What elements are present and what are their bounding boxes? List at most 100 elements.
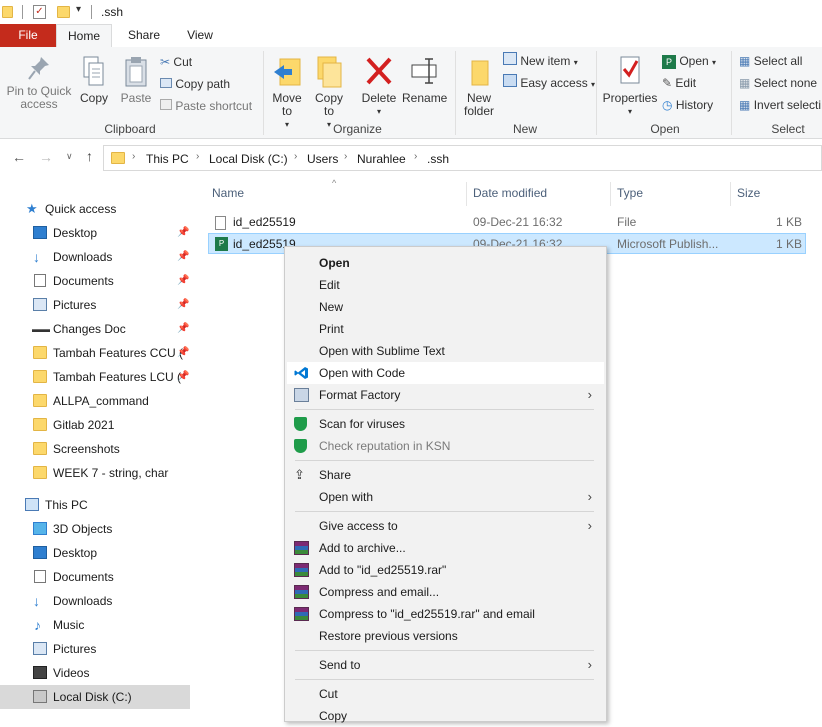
nav-item-pictures[interactable]: Pictures 📌	[0, 293, 190, 317]
menu-item-give-access[interactable]: Give access to ›	[287, 515, 604, 537]
cut-button[interactable]: ✂ Cut	[160, 52, 192, 72]
address-bar[interactable]: › This PC › Local Disk (C:) › Users › Nu…	[103, 145, 822, 171]
menu-item-add-rar[interactable]: Add to "id_ed25519.rar"	[287, 559, 604, 581]
nav-item-week7[interactable]: WEEK 7 - string, char	[0, 461, 190, 485]
column-divider[interactable]	[466, 182, 467, 206]
menu-item-open-with[interactable]: Open with ›	[287, 486, 604, 508]
delete-button[interactable]: Delete ▾	[359, 55, 399, 118]
pin-icon[interactable]: 📌	[177, 245, 189, 269]
nav-item-screenshots[interactable]: Screenshots	[0, 437, 190, 461]
invert-selection-button[interactable]: ▦ Invert selecti	[739, 95, 822, 115]
column-header-size[interactable]: Size	[737, 186, 760, 200]
breadcrumb-nurahlee[interactable]: Nurahlee	[357, 152, 406, 166]
nav-quick-access[interactable]: ★ Quick access	[0, 197, 190, 221]
column-divider[interactable]	[730, 182, 731, 206]
nav-this-pc[interactable]: This PC	[0, 493, 190, 517]
nav-item-pc-desktop[interactable]: Desktop	[0, 541, 190, 565]
select-all-button[interactable]: ▦ Select all	[739, 51, 802, 71]
easy-access-button[interactable]: Easy access ▾	[503, 73, 595, 93]
column-divider[interactable]	[610, 182, 611, 206]
menu-item-check-ksn[interactable]: Check reputation in KSN	[287, 435, 604, 457]
history-button[interactable]: ◷ History	[662, 95, 713, 115]
menu-item-scan-viruses[interactable]: Scan for viruses	[287, 413, 604, 435]
forward-arrow-icon[interactable]: →	[39, 149, 53, 165]
menu-item-open-sublime[interactable]: Open with Sublime Text	[287, 340, 604, 362]
menu-item-open[interactable]: Open	[287, 252, 604, 274]
pin-icon[interactable]: 📌	[177, 317, 189, 341]
table-row[interactable]: id_ed25519 09-Dec-21 16:32 File 1 KB	[208, 212, 806, 233]
menu-item-cut[interactable]: Cut	[287, 683, 604, 705]
rename-button[interactable]: Rename	[402, 55, 447, 105]
nav-item-pc-downloads[interactable]: ↓ Downloads	[0, 589, 190, 613]
menu-item-compress-rar-email[interactable]: Compress to "id_ed25519.rar" and email	[287, 603, 604, 625]
column-header-name[interactable]: Name	[212, 186, 244, 200]
nav-item-3d-objects[interactable]: 3D Objects	[0, 517, 190, 541]
edit-button[interactable]: ✎ Edit	[662, 73, 696, 93]
recent-locations-chevron-icon[interactable]: ∨	[66, 151, 73, 162]
tab-file[interactable]: File	[0, 24, 56, 47]
select-none-button[interactable]: ▦ Select none	[739, 73, 817, 93]
menu-item-compress-email[interactable]: Compress and email...	[287, 581, 604, 603]
chevron-right-icon[interactable]: ›	[414, 151, 417, 162]
chevron-right-icon[interactable]: ›	[196, 151, 199, 162]
copy-to-button[interactable]: Copy to ▾	[310, 55, 348, 131]
nav-item-pc-pictures[interactable]: Pictures	[0, 637, 190, 661]
new-folder-button[interactable]: New folder	[458, 55, 500, 118]
menu-item-print[interactable]: Print	[287, 318, 604, 340]
menu-item-format-factory[interactable]: Format Factory ›	[287, 384, 604, 406]
new-folder-quick-icon[interactable]	[57, 6, 70, 18]
nav-item-music[interactable]: ♪ Music	[0, 613, 190, 637]
menu-item-share[interactable]: ⇪ Share	[287, 464, 604, 486]
customize-toolbar-icon[interactable]: ▾	[76, 4, 81, 15]
chevron-right-icon[interactable]: ›	[294, 151, 297, 162]
file-type: File	[617, 215, 637, 229]
open-button[interactable]: P Open ▾	[662, 51, 716, 71]
up-arrow-icon[interactable]: ↑	[86, 148, 93, 164]
nav-item-videos[interactable]: Videos	[0, 661, 190, 685]
properties-quick-icon[interactable]: ✓	[33, 5, 46, 19]
menu-item-restore-versions[interactable]: Restore previous versions	[287, 625, 604, 647]
nav-item-tambah-ccu[interactable]: Tambah Features CCU (📌	[0, 341, 190, 365]
breadcrumb-this-pc[interactable]: This PC	[146, 152, 189, 166]
menu-item-open-with-code[interactable]: Open with Code	[287, 362, 604, 384]
menu-item-send-to[interactable]: Send to ›	[287, 654, 604, 676]
nav-item-tambah-lcu[interactable]: Tambah Features LCU (📌	[0, 365, 190, 389]
tab-home[interactable]: Home	[56, 24, 112, 47]
navigation-pane[interactable]: ★ Quick access Desktop 📌 ↓ Downloads 📌 Docu…	[0, 190, 196, 722]
properties-button[interactable]: Properties ▾	[600, 55, 660, 118]
menu-item-add-archive[interactable]: Add to archive...	[287, 537, 604, 559]
nav-item-allpa[interactable]: ALLPA_command	[0, 389, 190, 413]
copy-path-button[interactable]: Copy path	[160, 74, 230, 94]
chevron-right-icon[interactable]: ›	[344, 151, 347, 162]
nav-item-desktop[interactable]: Desktop 📌	[0, 221, 190, 245]
new-item-button[interactable]: New item ▾	[503, 51, 578, 71]
paste-shortcut-button[interactable]: Paste shortcut	[160, 96, 252, 116]
pin-to-quick-access-button[interactable]: Pin to Quick access	[4, 55, 74, 111]
move-to-button[interactable]: Move to ▾	[268, 55, 306, 131]
nav-item-documents[interactable]: Documents 📌	[0, 269, 190, 293]
chevron-right-icon[interactable]: ›	[132, 151, 135, 162]
breadcrumb-local-disk[interactable]: Local Disk (C:)	[209, 152, 288, 166]
pin-icon[interactable]: 📌	[177, 221, 189, 245]
column-header-type[interactable]: Type	[617, 186, 643, 200]
breadcrumb-users[interactable]: Users	[307, 152, 338, 166]
pin-icon[interactable]: 📌	[177, 269, 189, 293]
breadcrumb-ssh[interactable]: .ssh	[427, 152, 449, 166]
tab-share[interactable]: Share	[120, 24, 168, 47]
menu-item-new[interactable]: New	[287, 296, 604, 318]
menu-item-edit[interactable]: Edit	[287, 274, 604, 296]
tab-view[interactable]: View	[176, 24, 224, 47]
nav-item-downloads[interactable]: ↓ Downloads 📌	[0, 245, 190, 269]
column-header-date[interactable]: Date modified	[473, 186, 547, 200]
pin-icon[interactable]: 📌	[177, 293, 189, 317]
nav-item-pc-documents[interactable]: Documents	[0, 565, 190, 589]
nav-item-gitlab[interactable]: Gitlab 2021	[0, 413, 190, 437]
paste-button[interactable]: Paste	[118, 55, 154, 105]
copy-button[interactable]: Copy	[76, 55, 112, 105]
nav-item-local-disk[interactable]: Local Disk (C:)	[0, 685, 190, 709]
nav-item-changes-doc[interactable]: ▬▬ Changes Doc 📌	[0, 317, 190, 341]
pin-icon[interactable]: 📌	[177, 341, 189, 365]
menu-item-copy[interactable]: Copy	[287, 705, 604, 727]
pin-icon[interactable]: 📌	[177, 365, 189, 389]
back-arrow-icon[interactable]: ←	[12, 149, 26, 165]
